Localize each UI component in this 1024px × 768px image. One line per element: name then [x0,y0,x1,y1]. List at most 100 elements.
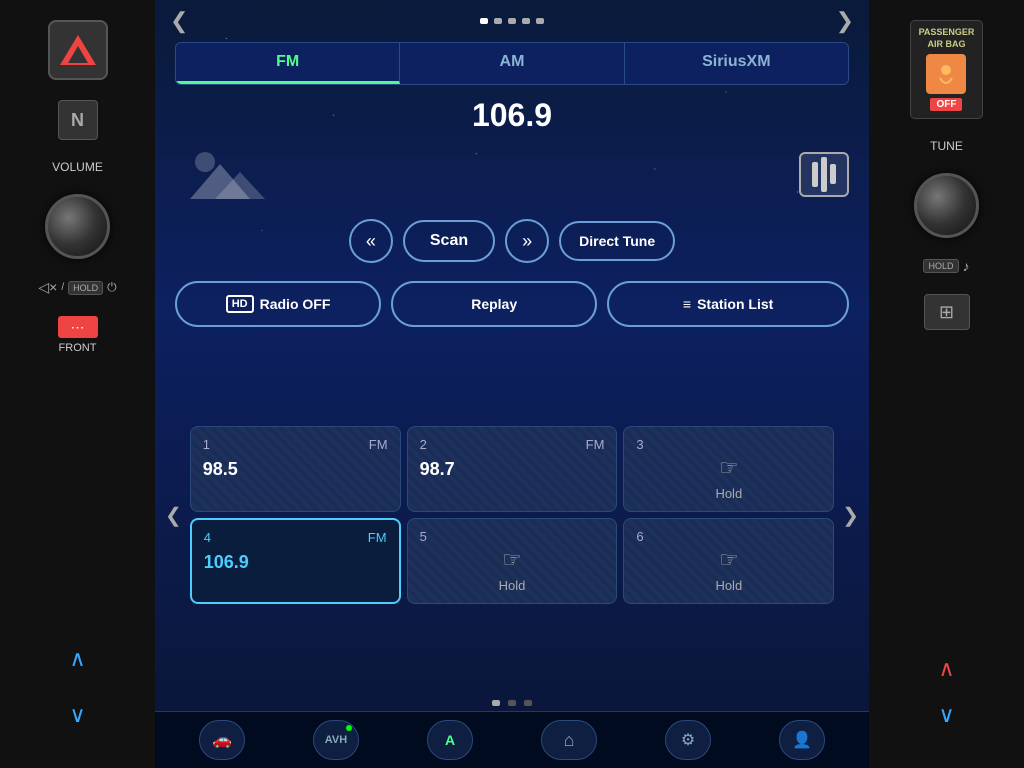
page-dots [155,695,869,711]
direct-tune-button[interactable]: Direct Tune [559,221,675,261]
hold-text-5: Hold [499,578,526,593]
airbag-off-badge: OFF [930,98,962,111]
right-arrow-up[interactable]: ∧ [938,656,954,682]
left-arrow-down[interactable]: ∨ [69,702,85,728]
replay-button[interactable]: Replay [391,281,597,327]
left-arrow-up[interactable]: ∧ [69,646,85,672]
hazard-button[interactable] [48,20,108,80]
music-icon: ♪ [963,258,970,274]
station-list-label: Station List [697,296,773,312]
airbag-text: PASSENGERAIR BAG [919,27,975,50]
top-nav: ❮ ❯ [155,0,869,42]
dot-1 [480,18,488,24]
tune-hold-badge: HOLD [923,259,958,273]
preset-5-hold: ☞ Hold [420,547,605,593]
tune-label: TUNE [930,139,963,153]
preset-3-hold: ☞ Hold [636,455,821,501]
preset-6-hold: ☞ Hold [636,547,821,593]
preset-5[interactable]: 5 ☞ Hold [407,518,618,604]
bottom-bar: 🚗 AVH A ⌂ ⚙ 👤 [155,711,869,768]
airbag-icon [926,54,966,94]
dot-5 [536,18,544,24]
preset-4-freq: 106.9 [204,552,387,573]
nfc-button[interactable]: N [58,100,98,140]
volume-label: VOLUME [52,160,103,174]
hd-radio-button[interactable]: HD Radio OFF [175,281,381,327]
top-dots [480,18,544,24]
user-button[interactable]: 👤 [779,720,825,760]
avh-button[interactable]: AVH [313,720,359,760]
preset-6[interactable]: 6 ☞ Hold [623,518,834,604]
prev-button[interactable]: « [349,219,393,263]
settings-button[interactable]: ⚙ [665,720,711,760]
home-icon: ⌂ [564,730,575,751]
hd-badge: HD [226,295,254,313]
eq-bar-2 [821,157,827,192]
hold-hand-icon-3: ☞ [719,455,739,481]
preset-1-freq: 98.5 [203,459,388,480]
hold-hand-icon-6: ☞ [719,547,739,573]
hold-text-6: Hold [715,578,742,593]
preset-3-num: 3 [636,437,643,452]
preset-2[interactable]: 2 FM 98.7 [407,426,618,512]
source-tabs: FM AM SiriusXM [175,42,849,85]
preset-3[interactable]: 3 ☞ Hold [623,426,834,512]
station-list-button[interactable]: ≡ Station List [607,281,849,327]
preset-4-num: 4 [204,530,211,545]
mute-hold-row: ◁× / HOLD ⏻ [38,279,116,296]
tab-fm[interactable]: FM [176,43,400,84]
avh-label: AVH [325,734,347,746]
mute-icon: ◁× [38,279,57,296]
secondary-controls: HD Radio OFF Replay ≡ Station List [155,273,869,335]
settings-icon: ⚙ [681,730,695,750]
preset-2-freq: 98.7 [420,459,605,480]
seat-heat-button[interactable]: ⊞ [924,294,970,330]
eq-bar-1 [812,162,818,187]
hd-radio-label: Radio OFF [260,296,331,312]
auto-button[interactable]: A [427,720,473,760]
tab-am[interactable]: AM [400,43,624,84]
preset-2-band: FM [586,437,605,452]
avh-green-dot [346,725,352,731]
front-label: FRONT [59,342,97,354]
page-dot-2 [508,700,516,706]
top-nav-left-arrow[interactable]: ❮ [170,8,188,34]
a-label: A [445,732,455,748]
album-art-icon [185,144,265,204]
preset-section: ❮ 1 FM 98.5 2 FM [155,335,869,695]
preset-4[interactable]: 4 FM 106.9 [190,518,401,604]
left-panel: N VOLUME ◁× / HOLD ⏻ ⋯ FRONT ∧ ∨ [0,0,155,768]
home-button[interactable]: ⌂ [541,720,597,760]
user-icon: 👤 [792,730,812,750]
preset-left-arrow[interactable]: ❮ [160,503,187,528]
preset-right-arrow[interactable]: ❯ [837,503,864,528]
frequency-display: 106.9 [155,85,869,139]
next-button[interactable]: » [505,219,549,263]
car-button[interactable]: 🚗 [199,720,245,760]
right-panel: PASSENGERAIR BAG OFF TUNE HOLD ♪ ⊞ ∧ ∨ [869,0,1024,768]
front-heat-icon: ⋯ [58,316,98,338]
hold-text-3: Hold [715,486,742,501]
hold-music-row: HOLD ♪ [923,258,969,274]
page-dot-1 [492,700,500,706]
preset-1[interactable]: 1 FM 98.5 [190,426,401,512]
outer-frame: N VOLUME ◁× / HOLD ⏻ ⋯ FRONT ∧ ∨ ❮ [0,0,1024,768]
right-arrow-down[interactable]: ∨ [938,702,954,728]
equalizer-icon[interactable] [799,152,849,197]
album-art [185,144,265,204]
tab-siriusxm[interactable]: SiriusXM [625,43,848,84]
tune-knob[interactable] [914,173,979,238]
top-nav-right-arrow[interactable]: ❯ [836,8,854,34]
dot-4 [522,18,530,24]
preset-1-band: FM [369,437,388,452]
hold-badge: HOLD [68,281,103,295]
center-screen: ❮ ❯ FM AM SiriusXM 106.9 [155,0,869,768]
volume-knob[interactable] [45,194,110,259]
front-button[interactable]: ⋯ FRONT [58,316,98,354]
hold-hand-icon-5: ☞ [502,547,522,573]
station-list-icon: ≡ [683,296,691,312]
preset-1-num: 1 [203,437,210,452]
car-icon: 🚗 [212,730,232,750]
preset-grid: 1 FM 98.5 2 FM 98.7 [190,426,834,604]
scan-button[interactable]: Scan [403,220,495,262]
